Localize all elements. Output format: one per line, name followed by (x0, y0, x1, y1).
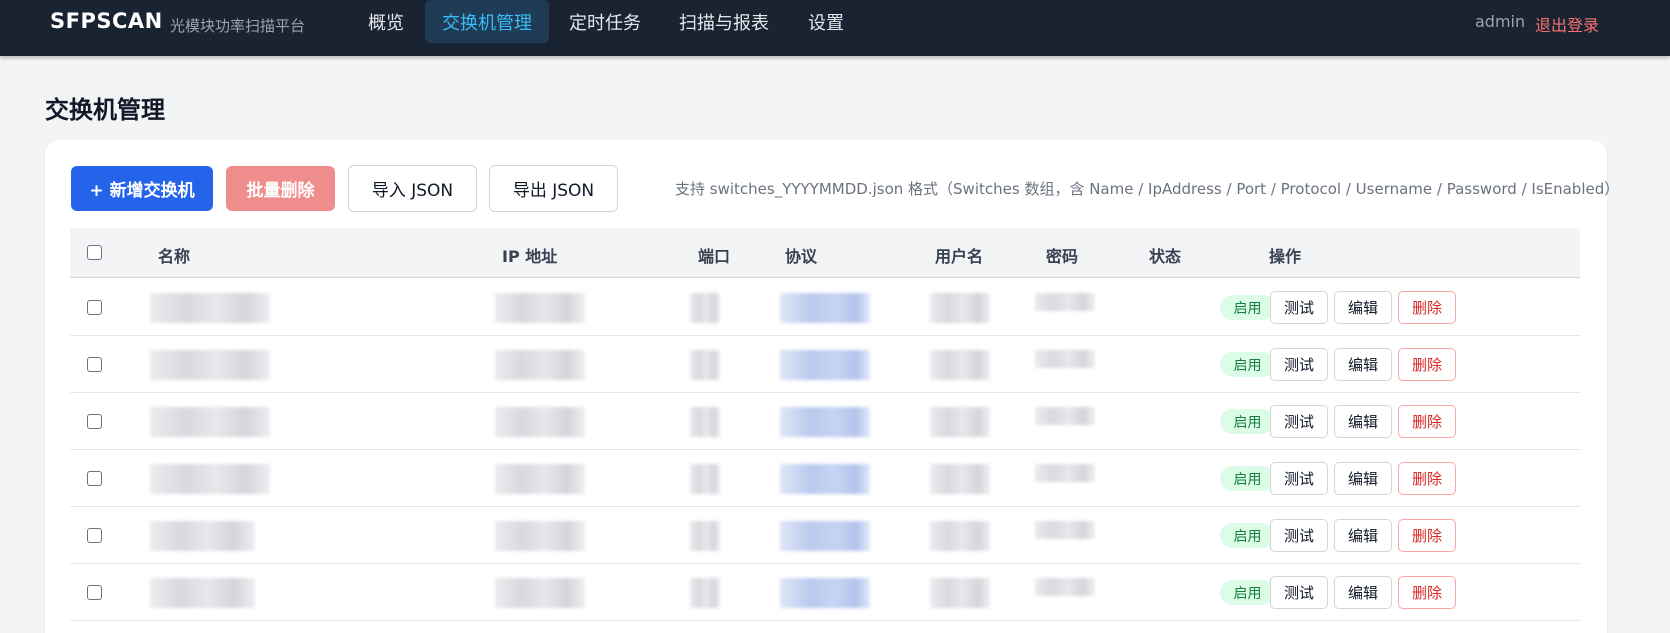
nav-overview[interactable]: 概览 (352, 0, 420, 43)
row-checkbox[interactable] (87, 471, 102, 486)
redacted-protocol (780, 464, 870, 494)
redacted-name (150, 521, 255, 551)
redacted-protocol (780, 293, 870, 323)
redacted-username (930, 293, 990, 323)
redacted-port (690, 350, 720, 380)
column-header-password: 密码 (1046, 247, 1079, 266)
batch-delete-button[interactable]: 批量删除 (226, 166, 335, 211)
import-json-button[interactable]: 导入 JSON (348, 165, 477, 212)
test-button[interactable]: 测试 (1270, 519, 1328, 552)
redacted-username (930, 407, 990, 437)
current-user: admin (1475, 12, 1526, 31)
edit-button[interactable]: 编辑 (1334, 462, 1392, 495)
redacted-password (1035, 407, 1095, 425)
redacted-protocol (780, 350, 870, 380)
redacted-password (1035, 293, 1095, 311)
edit-button[interactable]: 编辑 (1334, 576, 1392, 609)
test-button[interactable]: 测试 (1270, 291, 1328, 324)
table-row: 启用 测试 编辑 删除 (70, 564, 1580, 621)
redacted-name (150, 350, 270, 380)
select-all-checkbox[interactable] (87, 245, 102, 260)
test-button[interactable]: 测试 (1270, 348, 1328, 381)
redacted-port (690, 464, 720, 494)
redacted-ip (495, 578, 585, 608)
column-header-ip: IP 地址 (502, 247, 558, 266)
redacted-password (1035, 350, 1095, 368)
table-row: 启用 测试 编辑 删除 (70, 507, 1580, 564)
brand-subtitle: 光模块功率扫描平台 (170, 17, 306, 35)
test-button[interactable]: 测试 (1270, 576, 1328, 609)
row-checkbox[interactable] (87, 528, 102, 543)
table-row: 启用 测试 编辑 删除 (70, 279, 1580, 336)
row-checkbox[interactable] (87, 414, 102, 429)
redacted-password (1035, 521, 1095, 539)
redacted-protocol (780, 521, 870, 551)
redacted-username (930, 578, 990, 608)
redacted-port (690, 521, 720, 551)
column-header-username: 用户名 (935, 247, 984, 266)
redacted-protocol (780, 407, 870, 437)
column-header-port: 端口 (698, 247, 731, 266)
table-row: 启用 测试 编辑 删除 (70, 336, 1580, 393)
delete-button[interactable]: 删除 (1398, 519, 1456, 552)
status-badge: 启用 (1220, 523, 1275, 548)
column-header-actions: 操作 (1269, 247, 1302, 266)
edit-button[interactable]: 编辑 (1334, 348, 1392, 381)
nav-switch-management[interactable]: 交换机管理 (425, 0, 549, 43)
table-header: 名称 IP 地址 端口 协议 用户名 密码 状态 操作 (70, 228, 1580, 278)
nav-scan-reports[interactable]: 扫描与报表 (672, 0, 776, 43)
redacted-name (150, 464, 270, 494)
redacted-port (690, 293, 720, 323)
edit-button[interactable]: 编辑 (1334, 519, 1392, 552)
redacted-username (930, 464, 990, 494)
column-header-protocol: 协议 (785, 247, 818, 266)
switch-list-card: + 新增交换机 批量删除 导入 JSON 导出 JSON 支持 switches… (45, 140, 1619, 633)
row-checkbox[interactable] (87, 357, 102, 372)
table-row: 启用 测试 编辑 删除 (70, 450, 1580, 507)
row-checkbox[interactable] (87, 300, 102, 315)
delete-button[interactable]: 删除 (1398, 576, 1456, 609)
column-header-status: 状态 (1149, 247, 1182, 266)
redacted-password (1035, 464, 1095, 482)
import-format-hint: 支持 switches_YYYYMMDD.json 格式（Switches 数组… (675, 180, 1620, 198)
redacted-port (690, 407, 720, 437)
redacted-username (930, 350, 990, 380)
nav-scheduled-tasks[interactable]: 定时任务 (560, 0, 650, 43)
delete-button[interactable]: 删除 (1398, 462, 1456, 495)
redacted-ip (495, 293, 585, 323)
status-badge: 启用 (1220, 466, 1275, 491)
status-badge: 启用 (1220, 580, 1275, 605)
export-json-button[interactable]: 导出 JSON (489, 165, 618, 212)
column-header-name: 名称 (158, 247, 191, 266)
edit-button[interactable]: 编辑 (1334, 291, 1392, 324)
redacted-ip (495, 521, 585, 551)
nav-settings[interactable]: 设置 (800, 0, 852, 43)
brand-logo: SFPSCAN (50, 9, 163, 33)
test-button[interactable]: 测试 (1270, 462, 1328, 495)
test-button[interactable]: 测试 (1270, 405, 1328, 438)
status-badge: 启用 (1220, 295, 1275, 320)
status-badge: 启用 (1220, 352, 1275, 377)
redacted-ip (495, 350, 585, 380)
redacted-password (1035, 578, 1095, 596)
redacted-port (690, 578, 720, 608)
top-navigation-bar: SFPSCAN 光模块功率扫描平台 概览 交换机管理 定时任务 扫描与报表 设置… (0, 0, 1670, 56)
logout-link[interactable]: 退出登录 (1535, 12, 1599, 36)
add-switch-button[interactable]: + 新增交换机 (71, 166, 213, 211)
status-badge: 启用 (1220, 409, 1275, 434)
redacted-protocol (780, 578, 870, 608)
page-title: 交换机管理 (45, 96, 165, 124)
redacted-username (930, 521, 990, 551)
redacted-name (150, 578, 255, 608)
redacted-ip (495, 464, 585, 494)
delete-button[interactable]: 删除 (1398, 405, 1456, 438)
delete-button[interactable]: 删除 (1398, 348, 1456, 381)
delete-button[interactable]: 删除 (1398, 291, 1456, 324)
edit-button[interactable]: 编辑 (1334, 405, 1392, 438)
redacted-ip (495, 407, 585, 437)
redacted-name (150, 407, 270, 437)
redacted-name (150, 293, 270, 323)
row-checkbox[interactable] (87, 585, 102, 600)
table-row: 启用 测试 编辑 删除 (70, 393, 1580, 450)
